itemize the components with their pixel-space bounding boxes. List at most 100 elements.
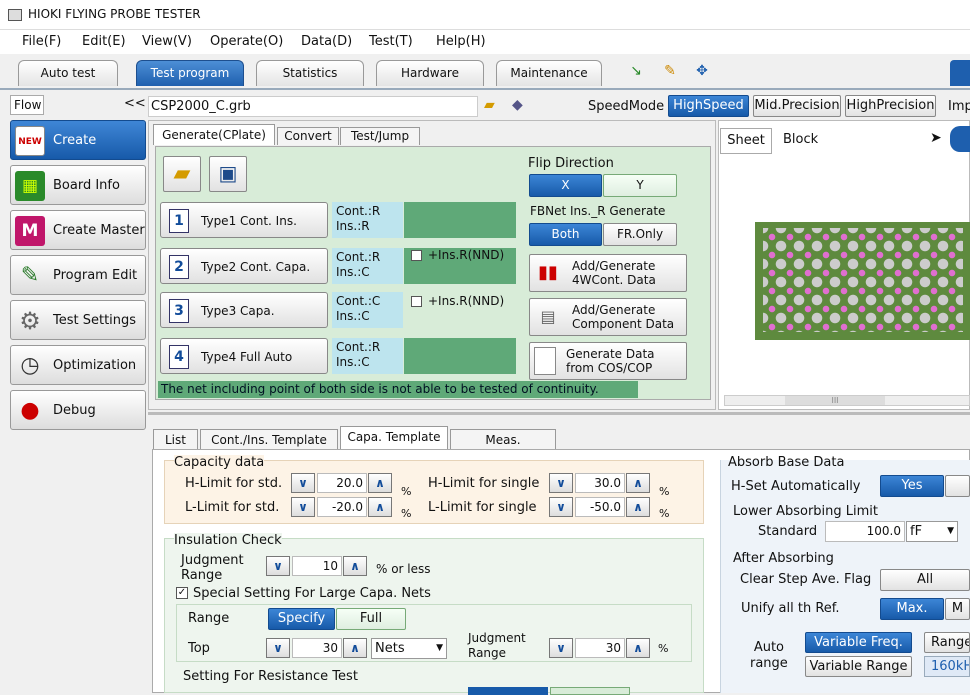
fbnet-both-button[interactable]: Both xyxy=(529,223,602,246)
add-4wcont-button[interactable]: ▮▮ Add/Generate 4WCont. Data xyxy=(529,254,687,292)
top-value[interactable]: 30 xyxy=(292,638,342,658)
judg-down[interactable]: ∨ xyxy=(266,556,290,576)
open-folder-button[interactable]: ▰ xyxy=(163,156,201,192)
range-full-button[interactable]: Full xyxy=(336,608,406,630)
judg-value[interactable]: 10 xyxy=(292,556,342,576)
unify-label: Unify all th Ref. xyxy=(741,601,840,616)
nets-select[interactable]: Nets ▼ xyxy=(371,638,447,659)
h-set-yes-button[interactable]: Yes xyxy=(880,475,944,497)
menu-view[interactable]: View(V) xyxy=(142,34,192,49)
freq-field[interactable]: 160kH xyxy=(924,656,970,677)
resistance-button-a[interactable] xyxy=(468,687,548,695)
fbnet-fr-only-button[interactable]: FR.Only xyxy=(603,223,677,246)
horizontal-scrollbar[interactable]: III xyxy=(724,395,970,406)
nav-optimization[interactable]: ◷ Optimization xyxy=(10,345,146,385)
scroll-thumb[interactable]: III xyxy=(785,396,885,405)
flip-y-button[interactable]: Y xyxy=(603,174,677,197)
menu-data[interactable]: Data(D) xyxy=(301,34,352,49)
speed-highspeed[interactable]: HighSpeed xyxy=(668,95,749,117)
save-icon[interactable]: ▣ xyxy=(209,156,247,192)
jr-value[interactable]: 30 xyxy=(575,638,625,658)
h-single-down[interactable]: ∨ xyxy=(549,473,573,493)
eraser-icon[interactable]: ◆ xyxy=(512,97,523,113)
l-single-up[interactable]: ∧ xyxy=(626,497,650,517)
collapse-button[interactable]: << xyxy=(124,96,146,111)
tab-block[interactable]: Block xyxy=(783,132,818,147)
tab-auto-test[interactable]: Auto test xyxy=(18,60,118,86)
menu-bar: File(F) Edit(E) View(V) Operate(O) Data(… xyxy=(0,30,970,54)
nav-create-master[interactable]: M Create Master xyxy=(10,210,146,250)
l-std-up[interactable]: ∧ xyxy=(368,497,392,517)
tab-statistics[interactable]: Statistics xyxy=(256,60,364,86)
tab-capa-template[interactable]: Capa. Template xyxy=(340,426,448,449)
variable-freq-button[interactable]: Variable Freq. xyxy=(805,632,912,653)
judg-up[interactable]: ∧ xyxy=(343,556,367,576)
nav-program-edit[interactable]: ✎ Program Edit xyxy=(10,255,146,295)
menu-edit[interactable]: Edit(E) xyxy=(82,34,126,49)
type2-ins-checkbox[interactable] xyxy=(411,250,422,261)
l-std-down[interactable]: ∨ xyxy=(291,497,315,517)
range-specify-button[interactable]: Specify xyxy=(268,608,335,630)
special-setting-label: Special Setting For Large Capa. Nets xyxy=(193,586,431,601)
h-std-up[interactable]: ∧ xyxy=(368,473,392,493)
speed-high-precision[interactable]: HighPrecision xyxy=(845,95,936,117)
tab-cont-ins-template[interactable]: Cont./Ins. Template xyxy=(200,429,338,449)
unify-max-button[interactable]: Max. xyxy=(880,598,944,620)
menu-test[interactable]: Test(T) xyxy=(369,34,413,49)
range-button[interactable]: Range xyxy=(924,632,970,653)
move-icon[interactable]: ✥ xyxy=(694,63,710,79)
type3-button[interactable]: 3 Type3 Capa. xyxy=(160,292,328,328)
h-std-value[interactable]: 20.0 xyxy=(317,473,367,493)
standard-value[interactable]: 100.0 xyxy=(825,521,905,542)
clear-all-button[interactable]: All xyxy=(880,569,970,591)
tab-overflow[interactable] xyxy=(950,60,970,86)
type3-ins-checkbox[interactable] xyxy=(411,296,422,307)
resistance-button-b[interactable] xyxy=(550,687,630,695)
subtab-test-jump[interactable]: Test/Jump xyxy=(340,127,420,145)
top-up[interactable]: ∧ xyxy=(343,638,367,658)
zoom-icon[interactable] xyxy=(950,126,970,152)
tab-meas-template[interactable]: Meas. Template xyxy=(450,429,556,467)
splitter[interactable] xyxy=(148,412,970,415)
subtab-generate[interactable]: Generate(CPlate) xyxy=(153,124,275,145)
pointer-icon[interactable]: ➤ xyxy=(930,130,942,146)
import-icon[interactable]: ↘ xyxy=(628,63,644,79)
h-std-down[interactable]: ∨ xyxy=(291,473,315,493)
add-component-button[interactable]: ▤ Add/Generate Component Data xyxy=(529,298,687,336)
speed-mid-precision[interactable]: Mid.Precision xyxy=(753,95,841,117)
variable-range-button[interactable]: Variable Range xyxy=(805,656,912,677)
flip-x-button[interactable]: X xyxy=(529,174,602,197)
tab-hardware[interactable]: Hardware xyxy=(376,60,484,86)
open-folder-icon[interactable]: ▰ xyxy=(484,97,495,113)
jr-up[interactable]: ∧ xyxy=(626,638,650,658)
nav-test-settings[interactable]: ⚙ Test Settings xyxy=(10,300,146,340)
type2-button[interactable]: 2 Type2 Cont. Capa. xyxy=(160,248,328,284)
judgment-range-label-2: Judgment Range xyxy=(468,631,526,660)
nav-debug[interactable]: ● Debug xyxy=(10,390,146,430)
l-std-value[interactable]: -20.0 xyxy=(317,497,367,517)
subtab-convert[interactable]: Convert xyxy=(277,127,339,145)
nav-board-info[interactable]: ▦ Board Info xyxy=(10,165,146,205)
tab-sheet[interactable]: Sheet xyxy=(720,128,772,154)
menu-help[interactable]: Help(H) xyxy=(436,34,486,49)
type4-button[interactable]: 4 Type4 Full Auto xyxy=(160,338,328,374)
l-single-value[interactable]: -50.0 xyxy=(575,497,625,517)
top-down[interactable]: ∨ xyxy=(266,638,290,658)
generate-cos-button[interactable]: Generate Data from COS/COP xyxy=(529,342,687,380)
tab-test-program[interactable]: Test program xyxy=(136,60,244,86)
wand-icon[interactable]: ✎ xyxy=(662,63,678,79)
h-single-value[interactable]: 30.0 xyxy=(575,473,625,493)
h-single-up[interactable]: ∧ xyxy=(626,473,650,493)
type1-button[interactable]: 1 Type1 Cont. Ins. xyxy=(160,202,328,238)
tab-maintenance[interactable]: Maintenance xyxy=(496,60,602,86)
tab-list[interactable]: List xyxy=(153,429,198,449)
special-setting-checkbox[interactable]: ✓ xyxy=(176,587,188,599)
menu-operate[interactable]: Operate(O) xyxy=(210,34,283,49)
jr-down[interactable]: ∨ xyxy=(549,638,573,658)
l-single-down[interactable]: ∨ xyxy=(549,497,573,517)
h-set-no-button[interactable] xyxy=(945,475,970,497)
nav-create[interactable]: NEW Create xyxy=(10,120,146,160)
unit-select[interactable]: fF ▼ xyxy=(906,521,958,542)
menu-file[interactable]: File(F) xyxy=(22,34,61,49)
unify-min-button[interactable]: M xyxy=(945,598,970,620)
